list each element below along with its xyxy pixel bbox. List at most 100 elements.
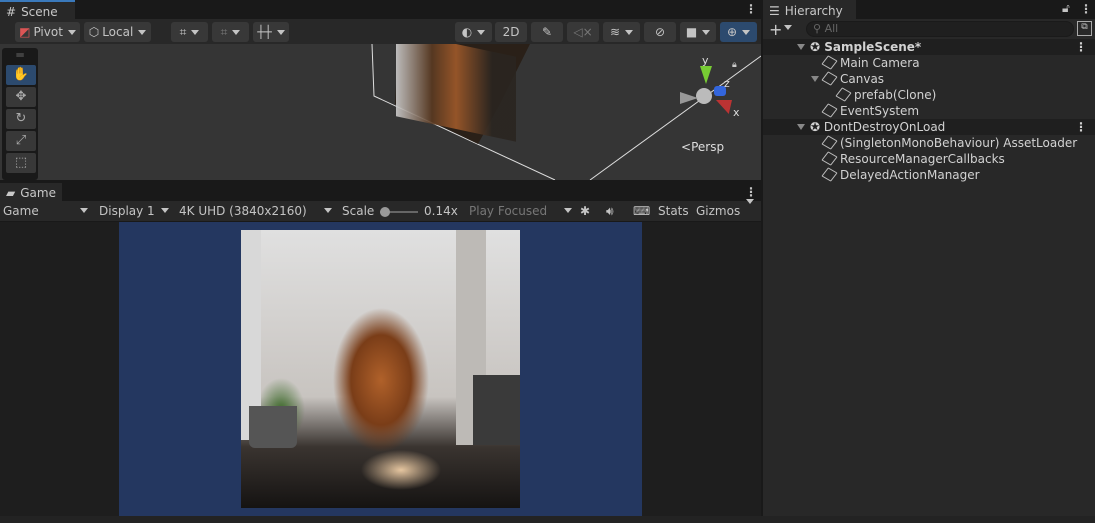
expand-arrow[interactable]: [811, 76, 819, 86]
hand-tool[interactable]: ✋: [6, 65, 36, 85]
gameobject-icon: [821, 167, 838, 182]
gizmo-center: [696, 88, 712, 104]
hierarchy-item[interactable]: Main Camera: [763, 55, 1095, 71]
unity-scene-icon: ✪: [810, 120, 824, 134]
mute-icon: ◁×: [573, 25, 593, 39]
scale-slider[interactable]: [380, 207, 418, 217]
unity-scene-icon: ✪: [810, 40, 825, 54]
hierarchy-item[interactable]: DelayedActionManager: [763, 167, 1095, 183]
pivot-icon: ◩: [19, 25, 31, 39]
hierarchy-item[interactable]: prefab(Clone): [763, 87, 1095, 103]
play-mode-dropdown[interactable]: Play Focused: [469, 203, 572, 220]
expand-arrow[interactable]: [797, 124, 805, 134]
gizmos-dropdown[interactable]: [744, 203, 758, 220]
plant-pot: [473, 375, 520, 445]
shading-icon: ◐: [461, 25, 473, 39]
keyboard-icon[interactable]: ⌨: [633, 203, 650, 220]
snap-increment-button[interactable]: ⌗: [212, 22, 249, 42]
shading-mode-button[interactable]: ◐: [455, 22, 492, 42]
gameobject-icon: [821, 71, 838, 86]
expand-arrow[interactable]: [797, 44, 805, 54]
item-menu-icon[interactable]: ⋮: [1075, 39, 1087, 55]
game-menu-icon[interactable]: ⋮: [745, 185, 757, 199]
bug-icon[interactable]: ✱: [580, 203, 590, 220]
effects-button[interactable]: ≋: [603, 22, 640, 42]
grid-snap-button[interactable]: ⌗: [171, 22, 208, 42]
game-mode-dropdown[interactable]: Game: [3, 203, 88, 220]
grid-icon: #: [6, 4, 17, 19]
item-label: Canvas: [840, 72, 885, 86]
search-input[interactable]: ⚲ All: [806, 21, 1074, 37]
audio-toggle[interactable]: ◁×: [567, 22, 599, 42]
local-label: Local: [102, 25, 134, 39]
canvas-bounds: [371, 44, 761, 180]
gizmos-toggle[interactable]: ⊕: [720, 22, 757, 42]
tab-game[interactable]: ▰ Game: [0, 183, 62, 201]
gameobject-icon: [835, 87, 852, 102]
create-button[interactable]: +: [769, 20, 792, 39]
globe-icon: ⊕: [726, 25, 738, 39]
grid-snap-icon: ⌗: [179, 24, 187, 39]
game-mode-label: Game: [3, 204, 39, 218]
scale-tool[interactable]: ⤢: [6, 131, 36, 151]
axis-z-label: z: [724, 77, 730, 90]
lock-icon[interactable]: 🔓︎: [1062, 1, 1070, 16]
drag-handle[interactable]: ═: [2, 48, 38, 64]
scale-value: 0.14x: [424, 204, 458, 218]
hierarchy-menu-icon[interactable]: ⋮: [1080, 2, 1092, 16]
persp-icon: <: [681, 140, 692, 154]
gizmos-button[interactable]: Gizmos: [696, 203, 740, 220]
pivot-dropdown[interactable]: ◩ Pivot: [15, 22, 80, 42]
2d-toggle[interactable]: 2D: [495, 22, 527, 42]
scene-view[interactable]: ═ ✋ ✥ ↻ ⤢ ⬚ y z x 🔒︎ <Persp: [0, 44, 761, 180]
layers-icon: ≋: [609, 25, 621, 39]
rect-tool[interactable]: ⬚: [6, 153, 36, 173]
display-dropdown[interactable]: Display 1: [99, 203, 169, 220]
search-placeholder: All: [824, 22, 839, 35]
local-dropdown[interactable]: ⬡ Local: [84, 22, 151, 42]
game-view[interactable]: [0, 222, 761, 516]
gameobject-icon: [821, 151, 838, 166]
item-label: prefab(Clone): [854, 88, 937, 102]
cat-image: [241, 230, 520, 508]
hierarchy-item[interactable]: EventSystem: [763, 103, 1095, 119]
move-tool[interactable]: ✥: [6, 87, 36, 107]
lock-icon[interactable]: 🔒︎: [732, 60, 737, 70]
axis-y-cone: [700, 66, 712, 84]
hierarchy-item[interactable]: ResourceManagerCallbacks: [763, 151, 1095, 167]
scale-slider-thumb[interactable]: [380, 207, 390, 217]
scene-visibility-icon[interactable]: ⧉: [1077, 21, 1092, 36]
tools-overlay: ═ ✋ ✥ ↻ ⤢ ⬚: [2, 48, 38, 180]
hierarchy-item-samplescene[interactable]: ✪ SampleScene* ⋮: [763, 39, 1095, 55]
persp-toggle[interactable]: <Persp: [681, 140, 724, 154]
orientation-gizmo[interactable]: y z x 🔒︎: [676, 54, 746, 124]
hidden-objects-toggle[interactable]: ⊘: [644, 22, 676, 42]
scene-menu-icon[interactable]: ⋮: [745, 2, 757, 16]
small-pot: [249, 406, 297, 448]
ruler-button[interactable]: ┼┼: [253, 22, 289, 42]
rotate-tool[interactable]: ↻: [6, 109, 36, 129]
camera-icon: ■: [685, 25, 698, 39]
tab-hierarchy[interactable]: ☰ Hierarchy: [763, 0, 856, 19]
hierarchy-item[interactable]: (SingletonMonoBehaviour) AssetLoader: [763, 135, 1095, 151]
persp-label: Persp: [691, 140, 725, 154]
tab-label: Hierarchy: [784, 3, 843, 18]
item-menu-icon[interactable]: ⋮: [1075, 119, 1087, 135]
stats-button[interactable]: Stats: [658, 203, 689, 220]
tab-label: Scene: [21, 4, 58, 19]
hierarchy-item-dontdestroyonload[interactable]: ✪ DontDestroyOnLoad ⋮: [763, 119, 1095, 135]
resolution-dropdown[interactable]: 4K UHD (3840x2160): [179, 203, 332, 220]
tab-scene[interactable]: # Scene: [0, 0, 75, 19]
cube-icon: ⬡: [88, 25, 100, 39]
camera-button[interactable]: ■: [680, 22, 716, 42]
axis-x-cone: [716, 100, 732, 114]
audio-icon[interactable]: 🔊︎: [606, 203, 614, 220]
item-label: DontDestroyOnLoad: [823, 120, 946, 134]
snap-icon: ⌗: [220, 24, 228, 39]
search-icon: ⚲: [813, 22, 825, 35]
hierarchy-item[interactable]: Canvas: [763, 71, 1095, 87]
gameobject-icon: [821, 55, 838, 70]
gameobject-icon: [821, 103, 838, 118]
lighting-toggle[interactable]: ✎: [531, 22, 563, 42]
scene-tabbar: [0, 0, 761, 19]
